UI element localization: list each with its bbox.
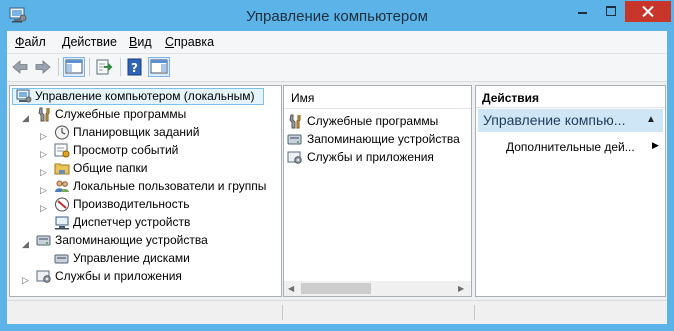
actions-section-label: Управление компью... (483, 112, 625, 128)
collapsed-arrow-icon[interactable]: ▷ (40, 128, 47, 145)
collapsed-arrow-icon[interactable]: ▷ (40, 146, 47, 163)
tree-item-shared-folders-label: Общие папки (73, 160, 147, 177)
tree-item-system-tools-label: Служебные программы (55, 106, 186, 123)
title-bar[interactable]: Управление компьютером (0, 0, 674, 32)
forward-button[interactable] (33, 57, 55, 77)
horizontal-scrollbar[interactable]: ◀ ▶ (284, 281, 471, 296)
storage-icon (287, 132, 303, 147)
menu-file[interactable]: Файл (15, 35, 46, 49)
close-icon (642, 6, 654, 17)
export-list-icon (94, 57, 114, 77)
column-header-label: Имя (291, 91, 314, 105)
more-actions-label: Дополнительные дей... (506, 140, 635, 154)
actions-header: Действия (476, 86, 665, 108)
tools-icon (287, 114, 303, 129)
help-button[interactable]: ? (125, 57, 147, 77)
expanded-arrow-icon[interactable]: ◢ (22, 236, 29, 253)
show-console-tree-button[interactable] (63, 57, 85, 77)
collapsed-arrow-icon[interactable]: ▷ (22, 272, 29, 289)
computer-management-window: Управление компьютером Файл Действие Вид… (0, 0, 674, 331)
tools-icon (36, 107, 52, 122)
services-icon (287, 150, 303, 165)
help-icon: ? (125, 57, 145, 77)
tree-item-task-scheduler-label: Планировщик заданий (73, 124, 199, 141)
tree-item-disk-management-label: Управление дисками (73, 250, 190, 267)
list-item-label: Служебные программы (307, 114, 438, 128)
actions-header-label: Действия (482, 91, 539, 105)
menu-action[interactable]: Действие (62, 35, 117, 49)
collapsed-arrow-icon[interactable]: ▷ (40, 164, 47, 181)
tree-item-performance-label: Производительность (73, 196, 189, 213)
scroll-left-icon[interactable]: ◀ (288, 284, 294, 293)
toolbar-separator (58, 58, 59, 76)
minimize-button[interactable] (568, 1, 597, 22)
tree-item-storage-label: Запоминающие устройства (55, 232, 208, 249)
back-button[interactable] (10, 57, 32, 77)
users-icon (54, 179, 70, 194)
toolbar-separator (89, 58, 90, 76)
result-list-pane[interactable]: Имя Служебные программы Запоминающие уст… (283, 85, 472, 297)
toolbar-separator (120, 58, 121, 76)
svg-text:?: ? (131, 61, 138, 75)
maximize-button[interactable] (597, 1, 625, 22)
performance-icon (54, 197, 70, 212)
forward-arrow-icon (33, 57, 53, 77)
expanded-arrow-icon[interactable]: ◢ (22, 110, 29, 127)
disk-management-icon (54, 251, 70, 266)
show-action-pane-button[interactable] (148, 57, 170, 77)
menu-file-label: айл (25, 35, 46, 49)
shared-folder-icon (54, 161, 70, 176)
console-tree-pane[interactable]: Управление компьютером (локальным) ◢ Слу… (9, 85, 282, 297)
actions-pane: Действия Управление компью... ▲ Дополнит… (475, 85, 666, 297)
scrollbar-thumb[interactable] (301, 283, 371, 294)
show-console-tree-icon (64, 58, 84, 76)
storage-icon (36, 233, 52, 248)
services-icon (36, 269, 52, 284)
tree-item-root[interactable]: Управление компьютером (локальным) (12, 88, 264, 105)
actions-section-computer-management[interactable]: Управление компью... ▲ (478, 109, 663, 132)
clock-icon (54, 125, 70, 140)
show-action-pane-icon (149, 58, 169, 76)
tree-item-local-users-label: Локальные пользователи и группы (73, 178, 266, 195)
menu-action-label: ействие (70, 35, 116, 49)
tree-item-event-viewer-label: Просмотр событий (73, 142, 178, 159)
menu-help[interactable]: Справка (165, 35, 214, 49)
export-list-button[interactable] (94, 57, 116, 77)
list-item-label: Службы и приложения (307, 150, 434, 164)
status-divider (474, 305, 475, 320)
collapsed-arrow-icon[interactable]: ▷ (40, 200, 47, 217)
menu-help-accel: С (165, 35, 174, 49)
toolbar: ? (7, 54, 667, 82)
scroll-right-icon[interactable]: ▶ (458, 284, 464, 293)
tree-item-device-manager-label: Диспетчер устройств (73, 214, 190, 231)
menu-view[interactable]: Вид (129, 35, 152, 49)
menu-help-label: правка (174, 35, 214, 49)
status-divider (282, 305, 283, 320)
list-item-label: Запоминающие устройства (307, 132, 460, 146)
submenu-arrow-icon: ▶ (652, 140, 659, 151)
menu-view-label: ид (137, 35, 151, 49)
tree-item-services-label: Службы и приложения (55, 268, 182, 285)
computer-management-icon (16, 89, 32, 104)
status-bar (7, 300, 667, 324)
column-header-name[interactable]: Имя (284, 86, 471, 109)
menu-bar: Файл Действие Вид Справка (7, 31, 667, 54)
device-manager-icon (54, 215, 70, 230)
tree-item-root-label: Управление компьютером (локальным) (35, 88, 255, 105)
more-actions-item[interactable]: Дополнительные дей... ▶ (506, 140, 661, 157)
client-area: Файл Действие Вид Справка ? (7, 31, 667, 323)
menu-file-accel: Ф (15, 35, 25, 49)
collapsed-arrow-icon[interactable]: ▷ (40, 182, 47, 199)
event-viewer-icon (54, 143, 70, 158)
close-button[interactable] (625, 1, 671, 22)
back-arrow-icon (10, 57, 30, 77)
collapse-up-icon[interactable]: ▲ (646, 114, 656, 125)
